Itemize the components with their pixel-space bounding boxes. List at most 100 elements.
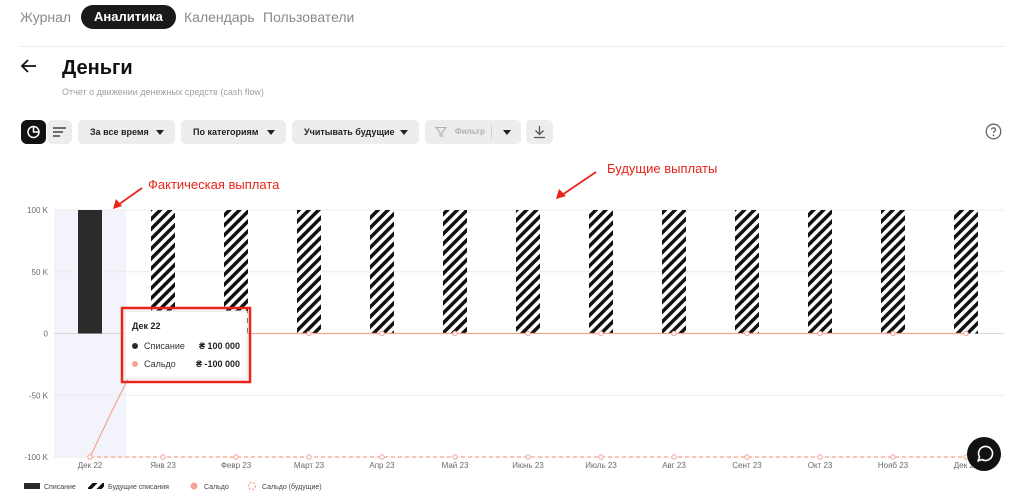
header-divider	[20, 46, 1004, 47]
tooltip-row-label: Сальдо	[144, 359, 176, 369]
chart-view-button[interactable]	[21, 120, 46, 144]
chevron-down-icon	[400, 130, 408, 135]
saldo-future-point	[671, 454, 677, 460]
saldo-future-point	[452, 454, 458, 460]
y-tick-label: 50 K	[32, 268, 49, 277]
future-dropdown-label: Учитывать будущие	[304, 127, 395, 137]
back-arrow-icon[interactable]	[20, 56, 38, 76]
tooltip-row-value: ₴ -100 000	[196, 359, 240, 369]
page-title: Деньги	[62, 57, 133, 79]
y-tick-label: -50 K	[29, 391, 49, 400]
saldo-point	[598, 330, 604, 337]
x-tick-label: Сент 23	[732, 461, 762, 470]
x-tick-label: Окт 23	[808, 461, 833, 470]
help-circle-icon	[985, 123, 1002, 140]
x-tick-label: Авг 23	[662, 461, 686, 470]
bar-future	[954, 210, 978, 334]
pie-chart-icon	[27, 125, 40, 139]
saldo-point	[306, 330, 312, 337]
y-tick-label: 0	[44, 330, 49, 339]
bar-future	[370, 210, 394, 334]
nav-tab-journal[interactable]: Журнал	[20, 9, 71, 25]
legend-label-future: Будущие списания	[108, 484, 169, 491]
saldo-point	[452, 330, 458, 337]
bar-future	[516, 210, 540, 334]
filter-label: Фильтр	[455, 127, 485, 136]
saldo-point	[379, 330, 385, 337]
list-view-button[interactable]	[47, 120, 72, 144]
period-dropdown-label: За все время	[90, 127, 149, 137]
x-tick-label: Май 23	[442, 461, 469, 470]
legend-swatch-saldo	[190, 482, 198, 490]
saldo-future-point	[233, 454, 239, 460]
tooltip-row-value: ₴ 100 000	[199, 341, 240, 351]
bar-future	[881, 210, 905, 334]
x-tick-label: Июль 23	[585, 461, 617, 470]
top-nav: Журнал Аналитика Календарь Пользователи	[0, 0, 1024, 34]
tooltip-row-label: Списание	[144, 341, 185, 351]
x-tick-label: Дек 22	[78, 461, 103, 470]
saldo-future-point	[379, 454, 385, 460]
saldo-point	[890, 330, 896, 337]
y-tick-label: 100 K	[27, 206, 49, 215]
saldo-point	[525, 330, 531, 337]
download-button[interactable]	[526, 120, 553, 144]
bar-future	[808, 210, 832, 334]
download-icon	[534, 126, 545, 139]
x-tick-label: Апр 23	[369, 461, 395, 470]
saldo-future-point	[598, 454, 604, 460]
x-tick-label: Март 23	[294, 461, 325, 470]
annotation-future-arrow	[561, 171, 597, 196]
saldo-future-point	[890, 454, 896, 460]
saldo-point	[963, 330, 969, 337]
legend-swatch-actual	[24, 483, 40, 489]
funnel-icon	[435, 126, 447, 138]
bar-future	[443, 210, 467, 334]
saldo-point	[671, 330, 677, 337]
saldo-point	[744, 330, 750, 337]
tooltip-marker	[132, 343, 138, 349]
saldo-future-point	[306, 454, 312, 460]
chevron-down-icon	[156, 130, 164, 135]
chat-button[interactable]	[967, 437, 1001, 471]
period-dropdown[interactable]: За все время	[78, 120, 175, 144]
bar-actual	[78, 210, 102, 334]
annotation-actual-text: Фактическая выплата	[148, 177, 280, 192]
help-button[interactable]	[985, 123, 1002, 140]
saldo-future-point	[744, 454, 750, 460]
annotation-future-text: Будущие выплаты	[607, 161, 717, 176]
filter-button[interactable]: Фильтр	[425, 120, 521, 144]
legend-label-saldo-future: Сальдо (будущие)	[262, 483, 322, 491]
annotation-actual-arrow	[117, 187, 143, 206]
bar-future	[662, 210, 686, 334]
saldo-future-point	[525, 454, 531, 460]
filter-separator	[491, 125, 492, 139]
chevron-down-icon	[267, 130, 275, 135]
bar-future	[297, 210, 321, 334]
nav-tab-calendar[interactable]: Календарь	[184, 9, 255, 25]
nav-tab-analytics[interactable]: Аналитика	[81, 5, 176, 29]
cashflow-chart: 100 K 50 K 0 -50 K -100 K Дек 22 Янв 23 Февр 23…	[24, 161, 1004, 491]
grouping-dropdown[interactable]: По категориям	[181, 120, 286, 144]
legend-swatch-saldo-future	[247, 481, 257, 491]
bar-future	[735, 210, 759, 334]
chat-bubble-icon	[977, 445, 994, 462]
saldo-future-point	[817, 454, 823, 460]
future-dropdown[interactable]: Учитывать будущие	[292, 120, 419, 144]
x-tick-label: Янв 23	[150, 461, 176, 470]
x-tick-label: Февр 23	[221, 461, 252, 470]
saldo-point	[817, 330, 823, 337]
legend-label-actual: Списание	[44, 484, 76, 491]
nav-tab-users[interactable]: Пользователи	[263, 9, 354, 25]
tooltip-date: Дек 22	[132, 321, 161, 331]
chevron-down-icon[interactable]	[503, 130, 511, 135]
bar-future	[589, 210, 613, 334]
x-tick-label: Июнь 23	[512, 461, 544, 470]
y-tick-label: -100 K	[24, 453, 48, 462]
grouping-dropdown-label: По категориям	[193, 127, 259, 137]
tooltip-marker	[132, 361, 138, 367]
x-tick-label: Нояб 23	[878, 461, 909, 470]
legend-swatch-future	[88, 483, 104, 489]
saldo-future-point	[87, 454, 93, 460]
legend-label-saldo: Сальдо	[204, 484, 229, 491]
